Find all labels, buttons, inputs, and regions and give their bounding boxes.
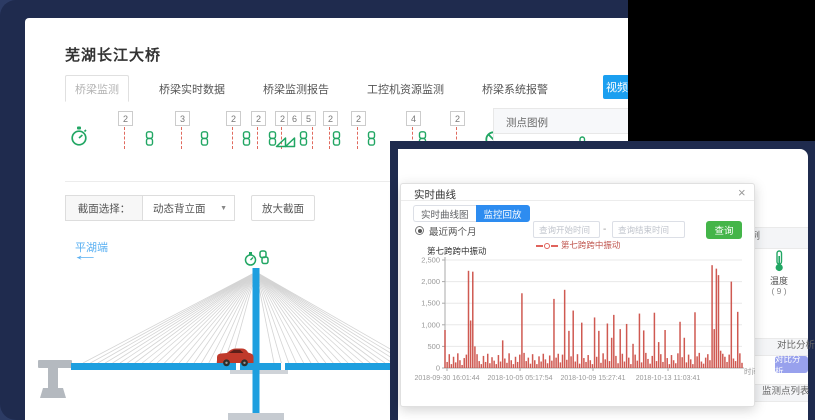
- chain-sensor-icon[interactable]: [298, 131, 309, 151]
- legend-line-icon: [551, 245, 558, 247]
- svg-text:1,500: 1,500: [421, 299, 440, 308]
- legend-line-icon: [536, 245, 543, 247]
- svg-text:2018-10-09 15:27:41: 2018-10-09 15:27:41: [561, 375, 626, 382]
- zoom-section-button[interactable]: 放大截面: [251, 195, 315, 221]
- legend-circle-icon: [544, 243, 550, 249]
- bridge-foundation: [228, 413, 284, 420]
- temperature-count: ( 9 ): [763, 286, 795, 296]
- chain-sensor-icon[interactable]: [144, 131, 155, 151]
- dialog-header-divider: [401, 200, 754, 201]
- legend-panel-title: 测点图例: [506, 115, 548, 130]
- sensor-count-badge: 5: [301, 111, 316, 126]
- query-start-time-input[interactable]: [533, 221, 600, 238]
- sensor-dashed-line: [124, 127, 125, 149]
- stopwatch-icon[interactable]: [69, 126, 89, 153]
- sensor-count-badge: 4: [406, 111, 421, 126]
- svg-text:500: 500: [427, 342, 440, 351]
- sensor-count-badge: 2: [251, 111, 266, 126]
- vibration-chart[interactable]: 0 500 1,000 1,500 2,000 2,500 2018-09-30 16:01…: [410, 250, 755, 405]
- chain-sensor-icon[interactable]: [199, 131, 210, 151]
- sensor-count-badge: 2: [450, 111, 465, 126]
- section-select-value: 动态背立面: [153, 201, 206, 216]
- svg-text:时间: 时间: [744, 366, 755, 376]
- svg-text:2018-10-05 05:17:54: 2018-10-05 05:17:54: [488, 375, 553, 382]
- sensor-dashed-line: [181, 127, 182, 149]
- sensor-count-badge: 2: [351, 111, 366, 126]
- svg-text:0: 0: [436, 364, 440, 373]
- thermometer-icon[interactable]: [773, 250, 785, 277]
- svg-text:1,000: 1,000: [421, 320, 440, 329]
- tilt-sensor-icon[interactable]: [284, 135, 296, 153]
- sensor-count-badge: 2: [323, 111, 338, 126]
- bridge-pier: [38, 360, 72, 398]
- tower-gauge-icon[interactable]: [246, 252, 256, 265]
- sidebar-point-list-title: 监测点列表: [762, 383, 810, 401]
- section-select-dropdown[interactable]: 动态背立面 ▼: [142, 195, 235, 221]
- sensor-count-badge: 3: [175, 111, 190, 126]
- bridge-deck: [71, 363, 392, 374]
- dialog-tab-0[interactable]: 实时曲线图: [413, 205, 476, 222]
- screen: 芜湖长江大桥 桥梁监测桥梁实时数据桥梁监测报告工控机资源监测桥梁系统报警 视频监…: [0, 0, 815, 420]
- chart-legend-label: 第七跨跨中振动: [561, 240, 621, 250]
- chain-sensor-icon[interactable]: [366, 131, 377, 151]
- sensor-count-badge: 2: [226, 111, 241, 126]
- bridge-diagram: [25, 230, 392, 420]
- chain-sensor-icon[interactable]: [331, 131, 342, 151]
- sensor-dashed-line: [329, 127, 330, 149]
- section-select-label: 截面选择：: [65, 195, 143, 221]
- close-icon[interactable]: ×: [738, 185, 746, 200]
- query-button[interactable]: 查询: [706, 221, 742, 239]
- dialog-tab-1[interactable]: 监控回放: [476, 205, 530, 222]
- query-end-time-input[interactable]: [612, 221, 685, 238]
- svg-text:2018-09-30 16:01:44: 2018-09-30 16:01:44: [415, 375, 480, 382]
- sensor-count-badge: 6: [287, 111, 302, 126]
- compare-analysis-button[interactable]: 对比分析: [775, 356, 808, 373]
- sensor-count-badge: 2: [118, 111, 133, 126]
- sensor-dashed-line: [257, 127, 258, 149]
- sensor-dashed-line: [232, 127, 233, 149]
- tower-chain-icon[interactable]: [260, 251, 268, 264]
- black-window: [628, 0, 815, 141]
- recent-two-months-radio[interactable]: [415, 226, 424, 235]
- svg-text:2,500: 2,500: [421, 256, 440, 265]
- dialog-tab-bar: 实时曲线图监控回放: [413, 205, 530, 222]
- sensor-dashed-line: [312, 127, 313, 149]
- bridge-pylon: [253, 268, 260, 415]
- sensor-dashed-line: [357, 127, 358, 149]
- recent-two-months-label: 最近两个月: [429, 224, 477, 238]
- chevron-down-icon: ▼: [220, 205, 227, 212]
- svg-text:2018-10-13 11:03:41: 2018-10-13 11:03:41: [636, 375, 701, 382]
- svg-text:2,000: 2,000: [421, 277, 440, 286]
- chain-sensor-icon[interactable]: [241, 131, 252, 151]
- range-separator: -: [603, 224, 606, 235]
